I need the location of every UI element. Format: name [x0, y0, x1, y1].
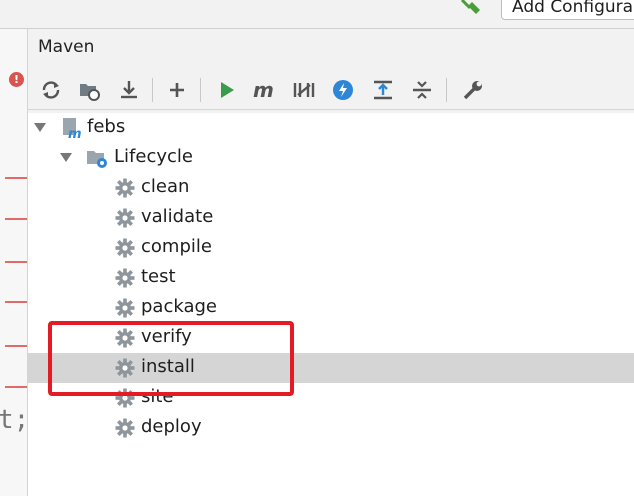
error-marker[interactable] [5, 177, 27, 179]
goal-label: compile [141, 236, 212, 257]
goal-label: clean [141, 176, 190, 197]
goal-item[interactable]: clean [28, 173, 634, 203]
tree-lifecycle-row[interactable]: Lifecycle [28, 143, 634, 173]
goal-item[interactable]: package [28, 293, 634, 323]
project-label: febs [87, 116, 126, 137]
execute-goal-icon[interactable]: m [252, 77, 278, 103]
goal-label: validate [141, 206, 214, 227]
goal-gear-icon [115, 268, 135, 288]
run-icon[interactable] [214, 77, 240, 103]
goal-gear-icon [115, 298, 135, 318]
lifecycle-folder-icon [87, 151, 107, 168]
goal-label: package [141, 296, 217, 317]
maven-project-icon: m [63, 118, 82, 139]
goal-item[interactable]: validate [28, 203, 634, 233]
error-marker[interactable] [5, 218, 27, 220]
expand-arrow-icon[interactable] [60, 153, 72, 162]
skip-tests-icon[interactable] [330, 77, 356, 103]
error-marker[interactable] [5, 386, 27, 388]
toggle-offline-icon[interactable] [291, 77, 317, 103]
svg-text:m: m [68, 127, 82, 139]
annotation-highlight [48, 321, 294, 396]
expand-arrow-icon[interactable] [34, 123, 46, 132]
error-marker[interactable] [5, 345, 27, 347]
error-marker[interactable] [5, 301, 27, 303]
goal-gear-icon [115, 418, 135, 438]
error-marker[interactable] [5, 261, 27, 263]
goal-item[interactable]: compile [28, 233, 634, 263]
maven-tree: m febs Lifecycle clean validate compile tes… [28, 113, 634, 496]
goal-gear-icon [115, 178, 135, 198]
add-icon[interactable] [164, 77, 190, 103]
goal-item[interactable]: deploy [28, 413, 634, 443]
build-hammer-icon[interactable] [458, 0, 484, 18]
panel-title: Maven [38, 37, 95, 57]
download-icon[interactable] [116, 77, 142, 103]
lifecycle-label: Lifecycle [114, 146, 193, 167]
top-toolbar: Add Configura [0, 0, 634, 29]
settings-icon[interactable] [460, 77, 486, 103]
maven-panel: Maven m m febs Lifecycle clean validate … [28, 29, 634, 496]
goal-gear-icon [115, 208, 135, 228]
svg-text:m: m [253, 79, 274, 101]
goal-label: test [141, 266, 176, 287]
show-dependencies-icon[interactable] [370, 77, 396, 103]
goal-item[interactable]: test [28, 263, 634, 293]
tree-project-row[interactable]: m febs [28, 113, 634, 143]
goal-gear-icon [115, 238, 135, 258]
code-fragment: t; [0, 405, 30, 435]
goal-label: deploy [141, 416, 202, 437]
reimport-icon[interactable] [38, 77, 64, 103]
error-icon[interactable]: ! [9, 72, 24, 87]
maven-toolbar: m [28, 71, 634, 110]
generate-sources-icon[interactable] [76, 77, 102, 103]
collapse-all-icon[interactable] [409, 77, 435, 103]
add-configuration-dropdown[interactable]: Add Configura [501, 0, 634, 20]
